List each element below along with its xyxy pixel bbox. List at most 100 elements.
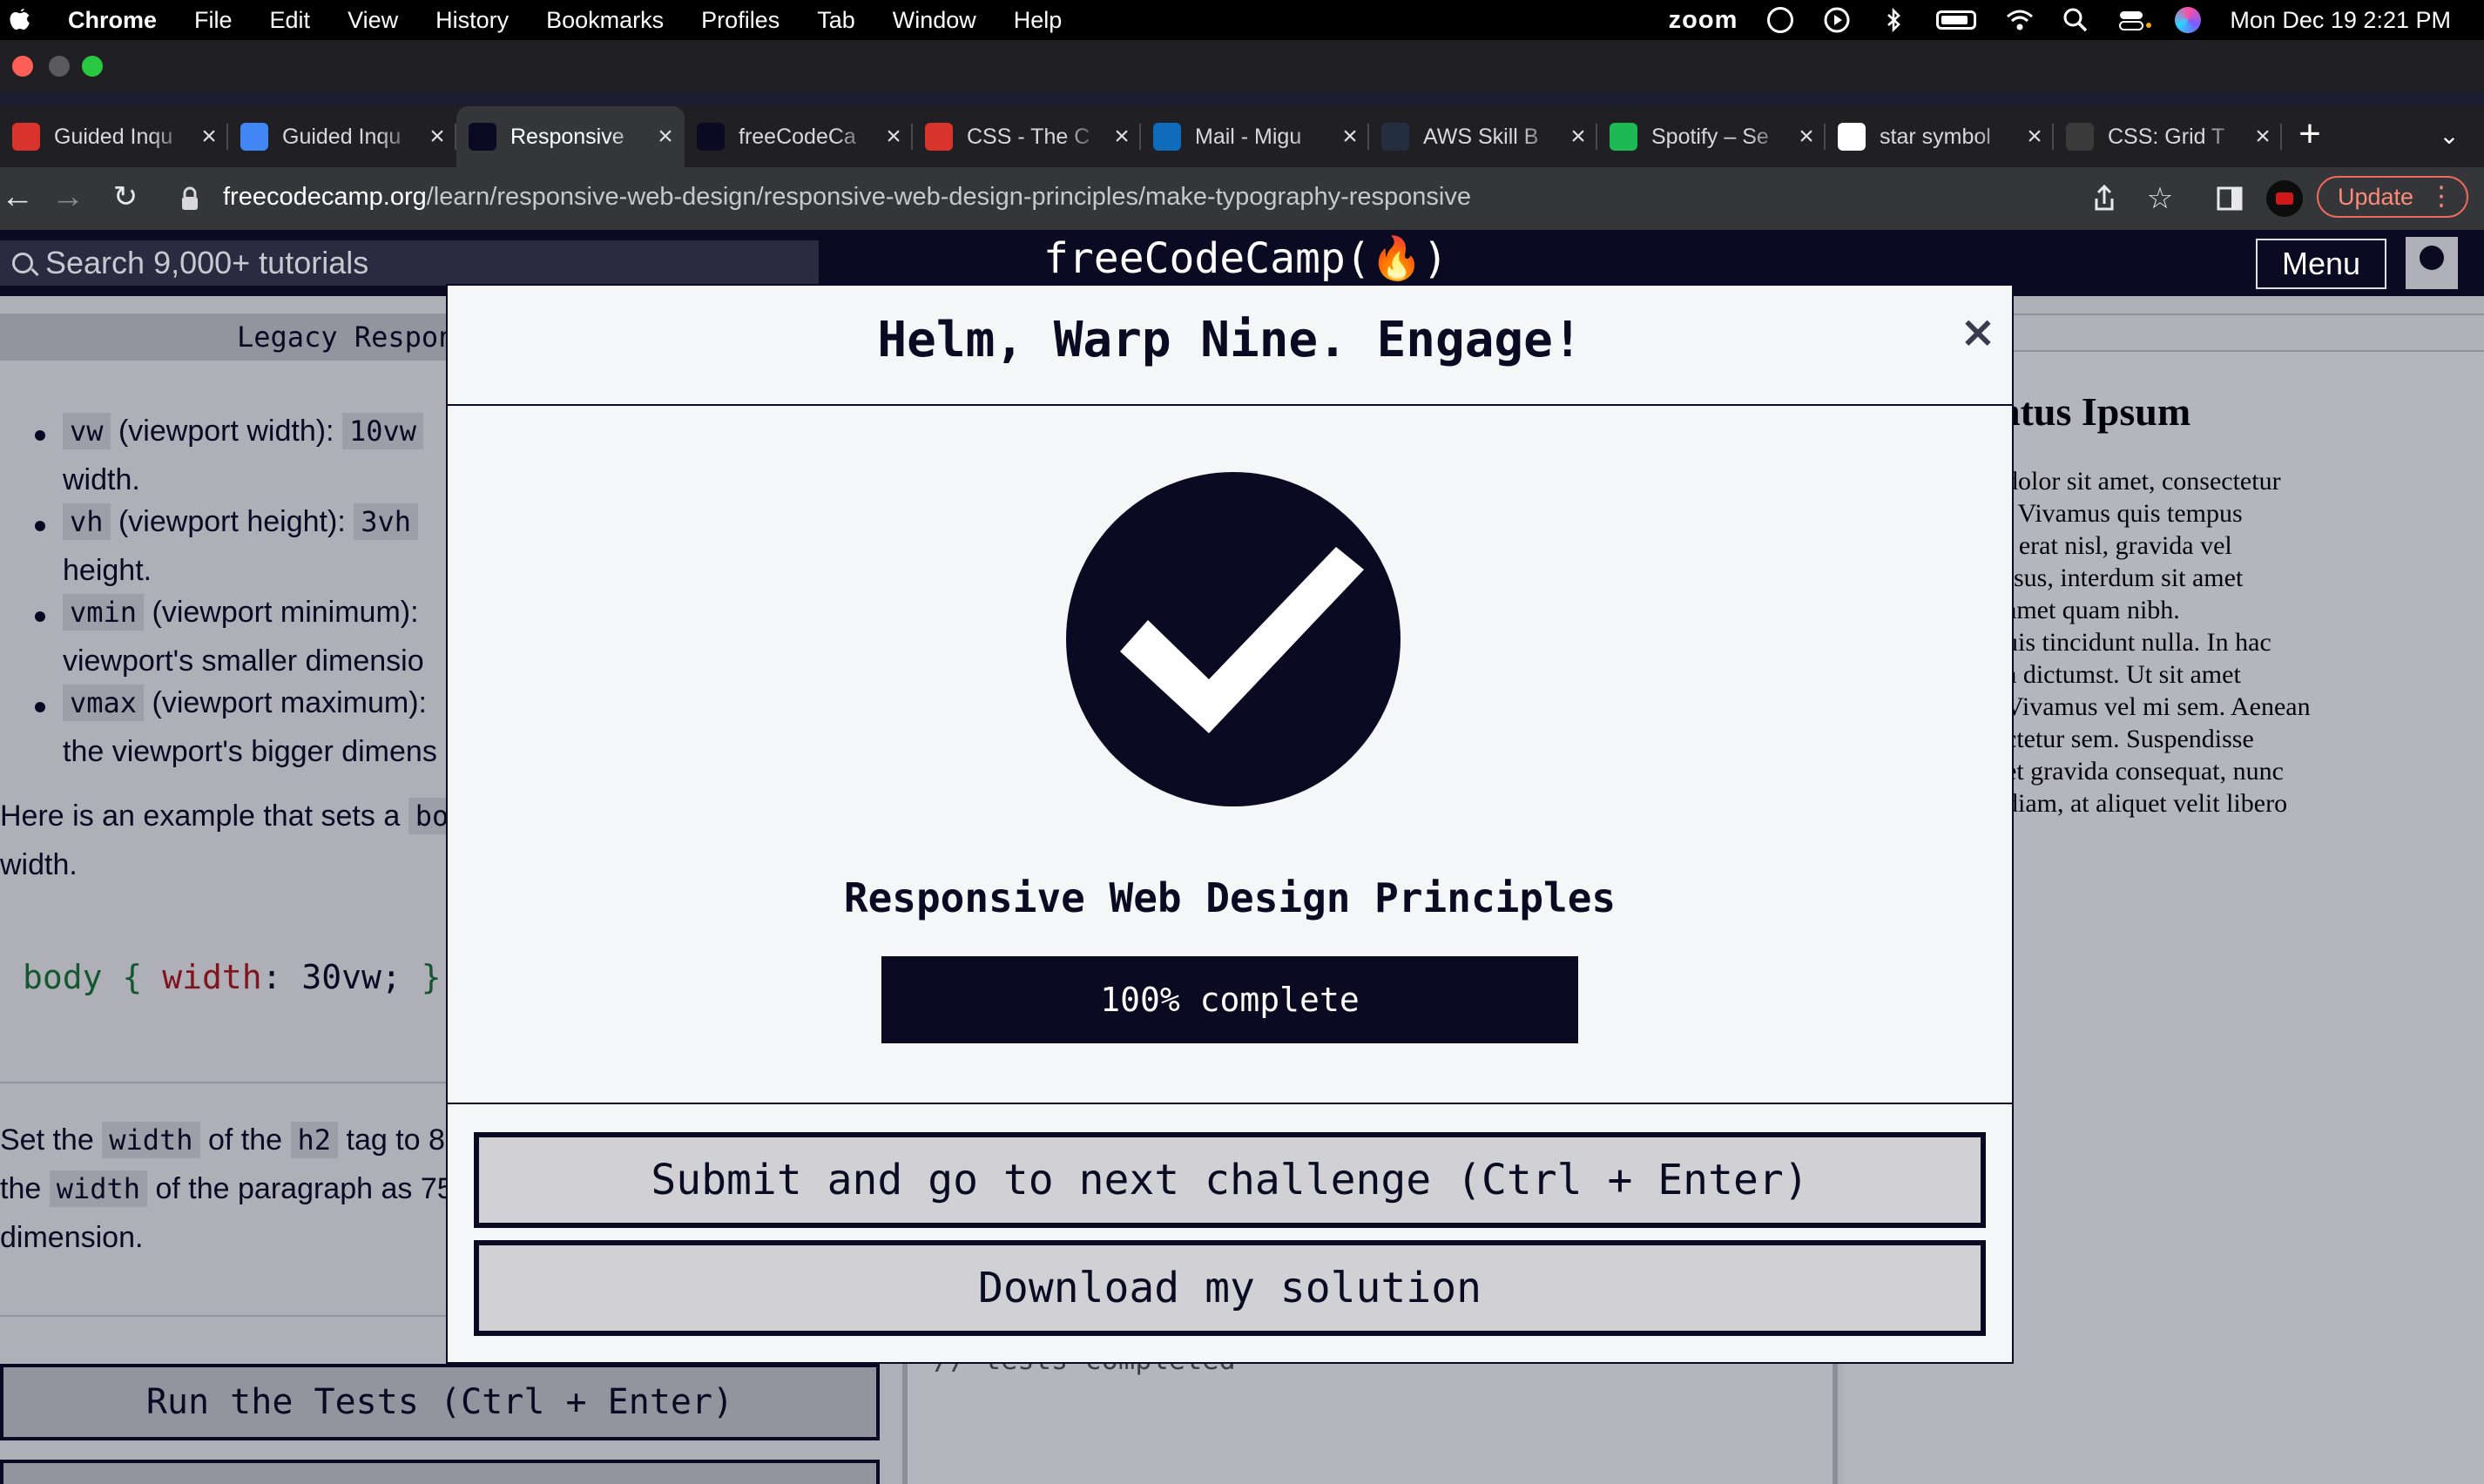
close-tab-icon[interactable]: × [425,122,449,152]
browser-tab[interactable]: Mail - Migu × [1141,106,1369,167]
close-tab-icon[interactable]: × [2251,122,2275,152]
wifi-icon[interactable] [2005,6,2034,34]
side-panel-icon[interactable] [2211,179,2249,218]
tab-title: CSS - The C [967,124,1090,149]
close-tab-icon[interactable]: × [1338,122,1362,152]
bookmark-star-icon[interactable]: ☆ [2141,179,2179,218]
tab-title: star symbol [1880,124,1991,149]
browser-tab[interactable]: CSS: Grid T × [2054,106,2282,167]
menu-bookmarks[interactable]: Bookmarks [546,7,664,34]
tab-favicon-icon [1610,123,1637,151]
modal-footer: Submit and go to next challenge (Ctrl + … [448,1103,2012,1364]
tab-favicon-icon [240,123,268,151]
play-icon[interactable] [1823,6,1851,34]
url-host: freecodecamp.org [223,183,427,211]
control-center-icon[interactable] [2118,6,2152,34]
share-icon[interactable] [2085,179,2123,218]
menu-tab[interactable]: Tab [817,7,855,34]
bluetooth-icon[interactable] [1880,6,1907,34]
update-chrome-button[interactable]: Update ⋮ [2317,176,2468,218]
menubar-clock[interactable]: Mon Dec 19 2:21 PM [2230,7,2451,34]
completion-modal: Helm, Warp Nine. Engage! × Responsive We… [446,284,2014,1364]
back-button[interactable]: ← [0,176,38,218]
close-tab-icon[interactable]: × [653,122,678,152]
tab-favicon-icon [1838,123,1866,151]
progress-text: 100% complete [1100,981,1360,1019]
forward-button[interactable]: → [47,176,89,218]
zoom-window-button[interactable] [82,56,103,77]
tab-title: AWS Skill B [1423,124,1539,149]
fcc-search-input[interactable]: Search 9,000+ tutorials [0,240,819,286]
close-tab-icon[interactable]: × [197,122,221,152]
browser-tab[interactable]: star symbol × [1826,106,2054,167]
close-icon[interactable]: × [1954,308,2001,355]
url-path: /learn/responsive-web-design/responsive-… [426,183,1472,211]
browser-tab[interactable]: Guided Inqu × [0,106,228,167]
close-tab-icon[interactable]: × [881,122,906,152]
menu-file[interactable]: File [194,7,233,34]
extension-icon[interactable] [2266,180,2303,217]
window-titlebar [0,40,2484,92]
browser-tab[interactable]: freeCodeCa × [685,106,913,167]
tab-favicon-icon [1153,123,1181,151]
menu-help[interactable]: Help [1014,7,1063,34]
status-area: zoom Mon Dec 19 2:21 PM [1669,0,2484,40]
spotlight-search-icon[interactable] [2062,6,2089,34]
close-window-button[interactable] [12,56,33,77]
close-tab-icon[interactable]: × [1566,122,1590,152]
menu-history[interactable]: History [435,7,509,34]
tab-favicon-icon [697,123,725,151]
battery-icon[interactable] [1936,10,1977,30]
close-tab-icon[interactable]: × [1794,122,1819,152]
download-solution-button[interactable]: Download my solution [474,1240,1986,1336]
siri-icon[interactable] [2175,7,2202,33]
fcc-menu-button[interactable]: Menu [2256,239,2386,289]
modal-title: Helm, Warp Nine. Engage! [877,312,1583,368]
block-name: Responsive Web Design Principles [843,874,1617,921]
browser-tab[interactable]: Guided Inqu × [228,106,456,167]
update-label: Update [2338,183,2414,210]
modal-header: Helm, Warp Nine. Engage! × [448,286,2012,406]
tab-title: Mail - Migu [1195,124,1302,149]
close-tab-icon[interactable]: × [2022,122,2047,152]
menu-edit[interactable]: Edit [270,7,311,34]
tab-favicon-icon [925,123,953,151]
close-tab-icon[interactable]: × [1110,122,1134,152]
macos-menu-bar: Chrome File Edit View History Bookmarks … [0,0,2484,40]
grammarly-icon[interactable] [1766,6,1794,34]
new-tab-button[interactable]: + [2291,115,2329,155]
menu-window[interactable]: Window [893,7,976,34]
address-bar[interactable]: freecodecamp.org/learn/responsive-web-de… [223,183,1471,212]
tab-favicon-icon [2066,123,2094,151]
progress-bar: 100% complete [881,956,1578,1043]
menu-profiles[interactable]: Profiles [701,7,780,34]
lock-icon[interactable] [181,186,199,212]
browser-tab[interactable]: AWS Skill B × [1369,106,1597,167]
apple-menu-icon[interactable] [0,0,38,40]
tab-title: Guided Inqu [282,124,402,149]
minimize-window-button[interactable] [49,56,70,77]
tab-separator [2280,124,2282,150]
tab-title: CSS: Grid T [2108,124,2225,149]
menu-app-chrome[interactable]: Chrome [68,7,157,34]
submit-next-challenge-button[interactable]: Submit and go to next challenge (Ctrl + … [474,1132,1986,1228]
tab-title: Guided Inqu [54,124,173,149]
menu-view[interactable]: View [348,7,398,34]
browser-tab[interactable]: Responsive × [456,106,685,167]
browser-tab[interactable]: Spotify – Se × [1597,106,1826,167]
tab-title: Responsive [510,124,624,149]
tab-favicon-icon [469,123,496,151]
zoom-status-item[interactable]: zoom [1669,6,1738,35]
search-placeholder: Search 9,000+ tutorials [45,245,369,280]
reload-button[interactable]: ↻ [105,176,146,218]
check-circle-icon [1066,472,1401,806]
tab-favicon-icon [12,123,40,151]
tab-title: Spotify – Se [1651,124,1769,149]
tab-search-chevron-icon[interactable]: ⌄ [2430,117,2468,155]
more-options-icon[interactable]: ⋮ [2428,181,2454,212]
fcc-logo[interactable]: freeCodeCamp(🔥) [1043,233,1448,283]
tab-title: freeCodeCa [739,124,856,149]
search-icon [12,253,33,273]
browser-tab[interactable]: CSS - The C × [913,106,1141,167]
avatar[interactable] [2406,237,2458,289]
